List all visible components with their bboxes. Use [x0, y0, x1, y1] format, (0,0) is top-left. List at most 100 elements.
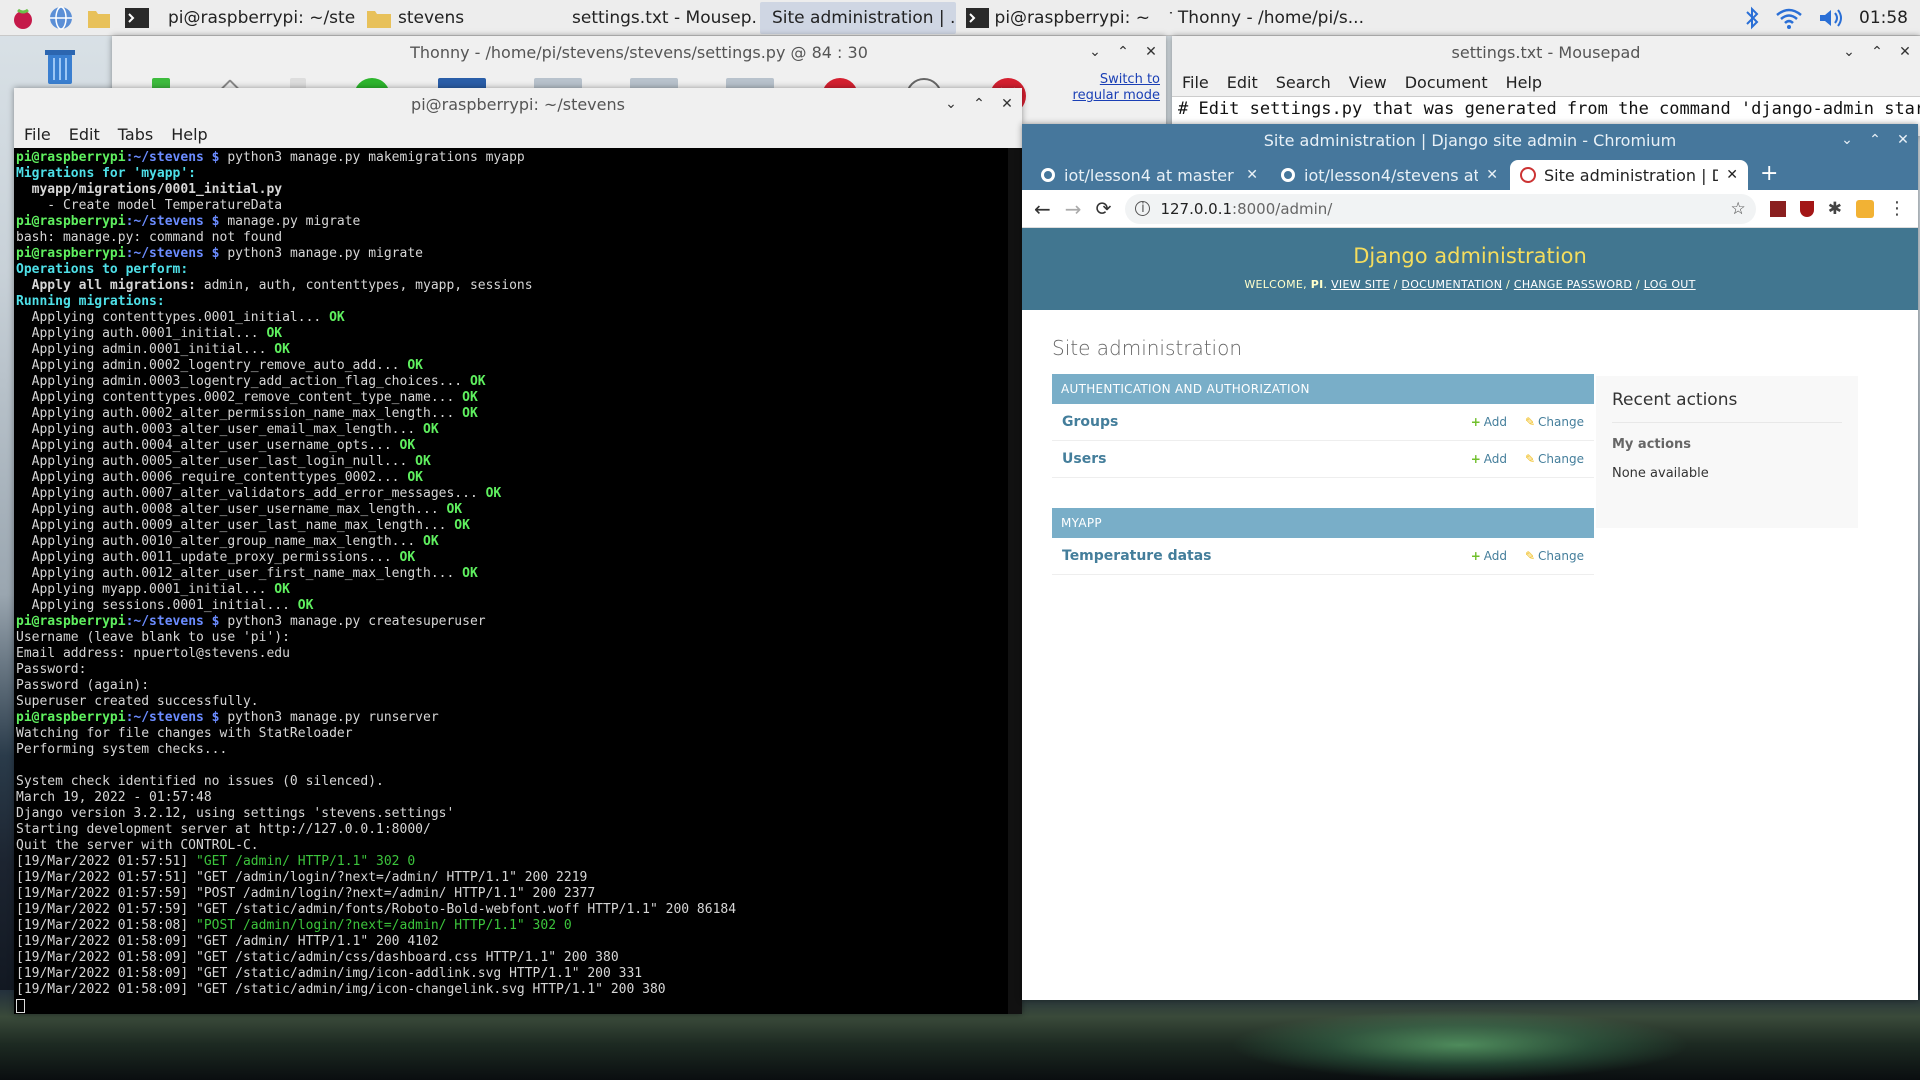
- menu-search[interactable]: Search: [1276, 73, 1331, 92]
- maximize-icon[interactable]: ⌃: [1870, 44, 1884, 60]
- terminal-titlebar[interactable]: pi@raspberrypi: ~/stevens ⌄ ⌃ ✕: [14, 88, 1022, 120]
- close-tab-icon[interactable]: ✕: [1486, 167, 1498, 183]
- migration-text: Applying sessions.0001_initial...: [16, 598, 290, 613]
- menu-help[interactable]: Help: [171, 125, 207, 144]
- log-out-link[interactable]: LOG OUT: [1644, 278, 1696, 291]
- menu-view[interactable]: View: [1349, 73, 1387, 92]
- trash-icon[interactable]: [38, 44, 82, 88]
- close-tab-icon[interactable]: ✕: [1726, 167, 1738, 183]
- browser-menu-icon[interactable]: ⋮: [1888, 198, 1906, 219]
- forward-arrow-icon[interactable]: →: [1065, 197, 1082, 221]
- reload-icon[interactable]: ⟳: [1096, 198, 1112, 220]
- raspberry-menu-icon[interactable]: [8, 3, 38, 33]
- close-icon[interactable]: ✕: [1000, 96, 1014, 112]
- wifi-icon[interactable]: [1775, 6, 1803, 30]
- info-icon[interactable]: i: [1135, 201, 1151, 216]
- minimize-icon[interactable]: ⌄: [1840, 132, 1854, 148]
- change-link[interactable]: ✎ Change: [1525, 452, 1584, 466]
- terminal-line: Starting development server at http://12…: [16, 822, 1020, 838]
- maximize-icon[interactable]: ⌃: [972, 96, 986, 112]
- taskbar-task-thonny[interactable]: Th Thonny - /home/pi/s...: [1160, 2, 1370, 34]
- taskbar-task-label: stevens: [398, 7, 465, 28]
- menu-file[interactable]: File: [24, 125, 51, 144]
- switch-mode-link[interactable]: Switch to regular mode: [1070, 72, 1160, 104]
- ok-status: OK: [391, 438, 416, 453]
- tab-site-administration[interactable]: Site administration | Dja ✕: [1510, 160, 1748, 190]
- ok-status: OK: [415, 534, 439, 549]
- change-link[interactable]: ✎ Change: [1525, 415, 1584, 429]
- tab-github-lesson4[interactable]: iot/lesson4 at master · k ✕: [1030, 160, 1268, 190]
- maximize-icon[interactable]: ⌃: [1868, 132, 1882, 148]
- menu-edit[interactable]: Edit: [1227, 73, 1258, 92]
- menu-tabs[interactable]: Tabs: [118, 125, 153, 144]
- star-bookmark-icon[interactable]: ☆: [1731, 199, 1746, 219]
- add-link[interactable]: + Add: [1471, 549, 1507, 563]
- pencil-icon: ✎: [1524, 452, 1536, 466]
- mousepad-titlebar[interactable]: settings.txt - Mousepad ⌄ ⌃ ✕: [1172, 36, 1920, 68]
- taskbar-task-terminal-home[interactable]: pi@raspberrypi: ~: [960, 2, 1156, 34]
- taskbar-task-folder[interactable]: stevens: [360, 2, 556, 34]
- add-plus-icon: +: [1470, 415, 1481, 429]
- new-tab-icon[interactable]: +: [1760, 161, 1778, 186]
- django-content: Site administration AUTHENTICATION AND A…: [1022, 336, 1918, 575]
- tab-github-stevens[interactable]: iot/lesson4/stevens at m ✕: [1270, 160, 1508, 190]
- output-text: Password:: [16, 662, 87, 677]
- change-password-link[interactable]: CHANGE PASSWORD: [1514, 278, 1632, 291]
- github-icon: [1281, 168, 1295, 182]
- migration-text: Applying myapp.0001_initial...: [16, 582, 267, 597]
- terminal-line: pi@raspberrypi:~/stevens $ python3 manag…: [16, 710, 1020, 726]
- mousepad-editor[interactable]: # Edit settings.py that was generated fr…: [1172, 96, 1920, 121]
- model-link-groups[interactable]: Groups: [1062, 414, 1453, 430]
- taskbar-task-mousepad[interactable]: settings.txt - Mousep...: [560, 2, 756, 34]
- volume-icon[interactable]: [1817, 6, 1845, 30]
- bluetooth-icon[interactable]: [1743, 5, 1761, 31]
- chromium-titlebar[interactable]: Site administration | Django site admin …: [1022, 124, 1918, 156]
- minimize-icon[interactable]: ⌄: [944, 96, 958, 112]
- back-arrow-icon[interactable]: ←: [1034, 197, 1051, 221]
- browser-globe-icon[interactable]: [46, 3, 76, 33]
- tab-strip: iot/lesson4 at master · k ✕ iot/lesson4/…: [1022, 156, 1918, 190]
- terminal-line: [19/Mar/2022 01:58:09] "GET /static/admi…: [16, 950, 1020, 966]
- ublock-shield-icon[interactable]: [1799, 200, 1814, 217]
- menu-help[interactable]: Help: [1506, 73, 1542, 92]
- model-link-users[interactable]: Users: [1062, 451, 1453, 467]
- close-icon[interactable]: ✕: [1898, 44, 1912, 60]
- profile-avatar-icon[interactable]: [1856, 199, 1874, 218]
- model-link-temperature-datas[interactable]: Temperature datas: [1062, 548, 1453, 564]
- terminal-output[interactable]: pi@raspberrypi:~/stevens $ python3 manag…: [14, 148, 1022, 1014]
- terminal-line: Superuser created successfully.: [16, 694, 1020, 710]
- menu-document[interactable]: Document: [1405, 73, 1488, 92]
- view-site-link[interactable]: VIEW SITE: [1331, 278, 1390, 291]
- extensions-puzzle-icon[interactable]: ✱: [1828, 199, 1842, 219]
- ok-status: OK: [477, 486, 502, 501]
- extension-flash-icon[interactable]: [1769, 200, 1786, 217]
- migration-text: Applying auth.0004_alter_user_username_o…: [16, 438, 392, 453]
- taskbar-task-terminal-stevens[interactable]: pi@raspberrypi: ~/ste...: [156, 2, 356, 34]
- url-host: 127.0.0.1: [1160, 199, 1233, 218]
- terminal-scrollbar[interactable]: [1008, 148, 1022, 1014]
- taskbar-task-chromium[interactable]: Site administration | ...: [760, 1, 956, 34]
- clock[interactable]: 01:58: [1859, 8, 1908, 28]
- close-tab-icon[interactable]: ✕: [1246, 167, 1258, 183]
- thonny-titlebar[interactable]: Thonny - /home/pi/stevens/stevens/settin…: [112, 36, 1166, 68]
- terminal-launcher-icon[interactable]: [122, 3, 152, 33]
- address-bar[interactable]: i 127.0.0.1:8000/admin/ ☆: [1125, 193, 1756, 224]
- terminal-line: myapp/migrations/0001_initial.py: [16, 182, 1020, 198]
- add-link[interactable]: + Add: [1471, 415, 1507, 429]
- module-caption[interactable]: MYAPP: [1052, 508, 1594, 538]
- menu-file[interactable]: File: [1182, 73, 1209, 92]
- documentation-link[interactable]: DOCUMENTATION: [1401, 278, 1502, 291]
- minimize-icon[interactable]: ⌄: [1088, 44, 1102, 60]
- prompt-path: :~/stevens $: [125, 246, 220, 261]
- menu-edit[interactable]: Edit: [69, 125, 100, 144]
- log-request: "GET /static/admin/img/icon-changelink.s…: [196, 982, 666, 997]
- add-link[interactable]: + Add: [1471, 452, 1507, 466]
- minimize-icon[interactable]: ⌄: [1842, 44, 1856, 60]
- change-link[interactable]: ✎ Change: [1525, 549, 1584, 563]
- close-icon[interactable]: ✕: [1896, 132, 1910, 148]
- django-branding[interactable]: Django administration: [1022, 244, 1918, 268]
- module-caption[interactable]: AUTHENTICATION AND AUTHORIZATION: [1052, 374, 1594, 404]
- maximize-icon[interactable]: ⌃: [1116, 44, 1130, 60]
- file-manager-icon[interactable]: [84, 3, 114, 33]
- close-icon[interactable]: ✕: [1144, 44, 1158, 60]
